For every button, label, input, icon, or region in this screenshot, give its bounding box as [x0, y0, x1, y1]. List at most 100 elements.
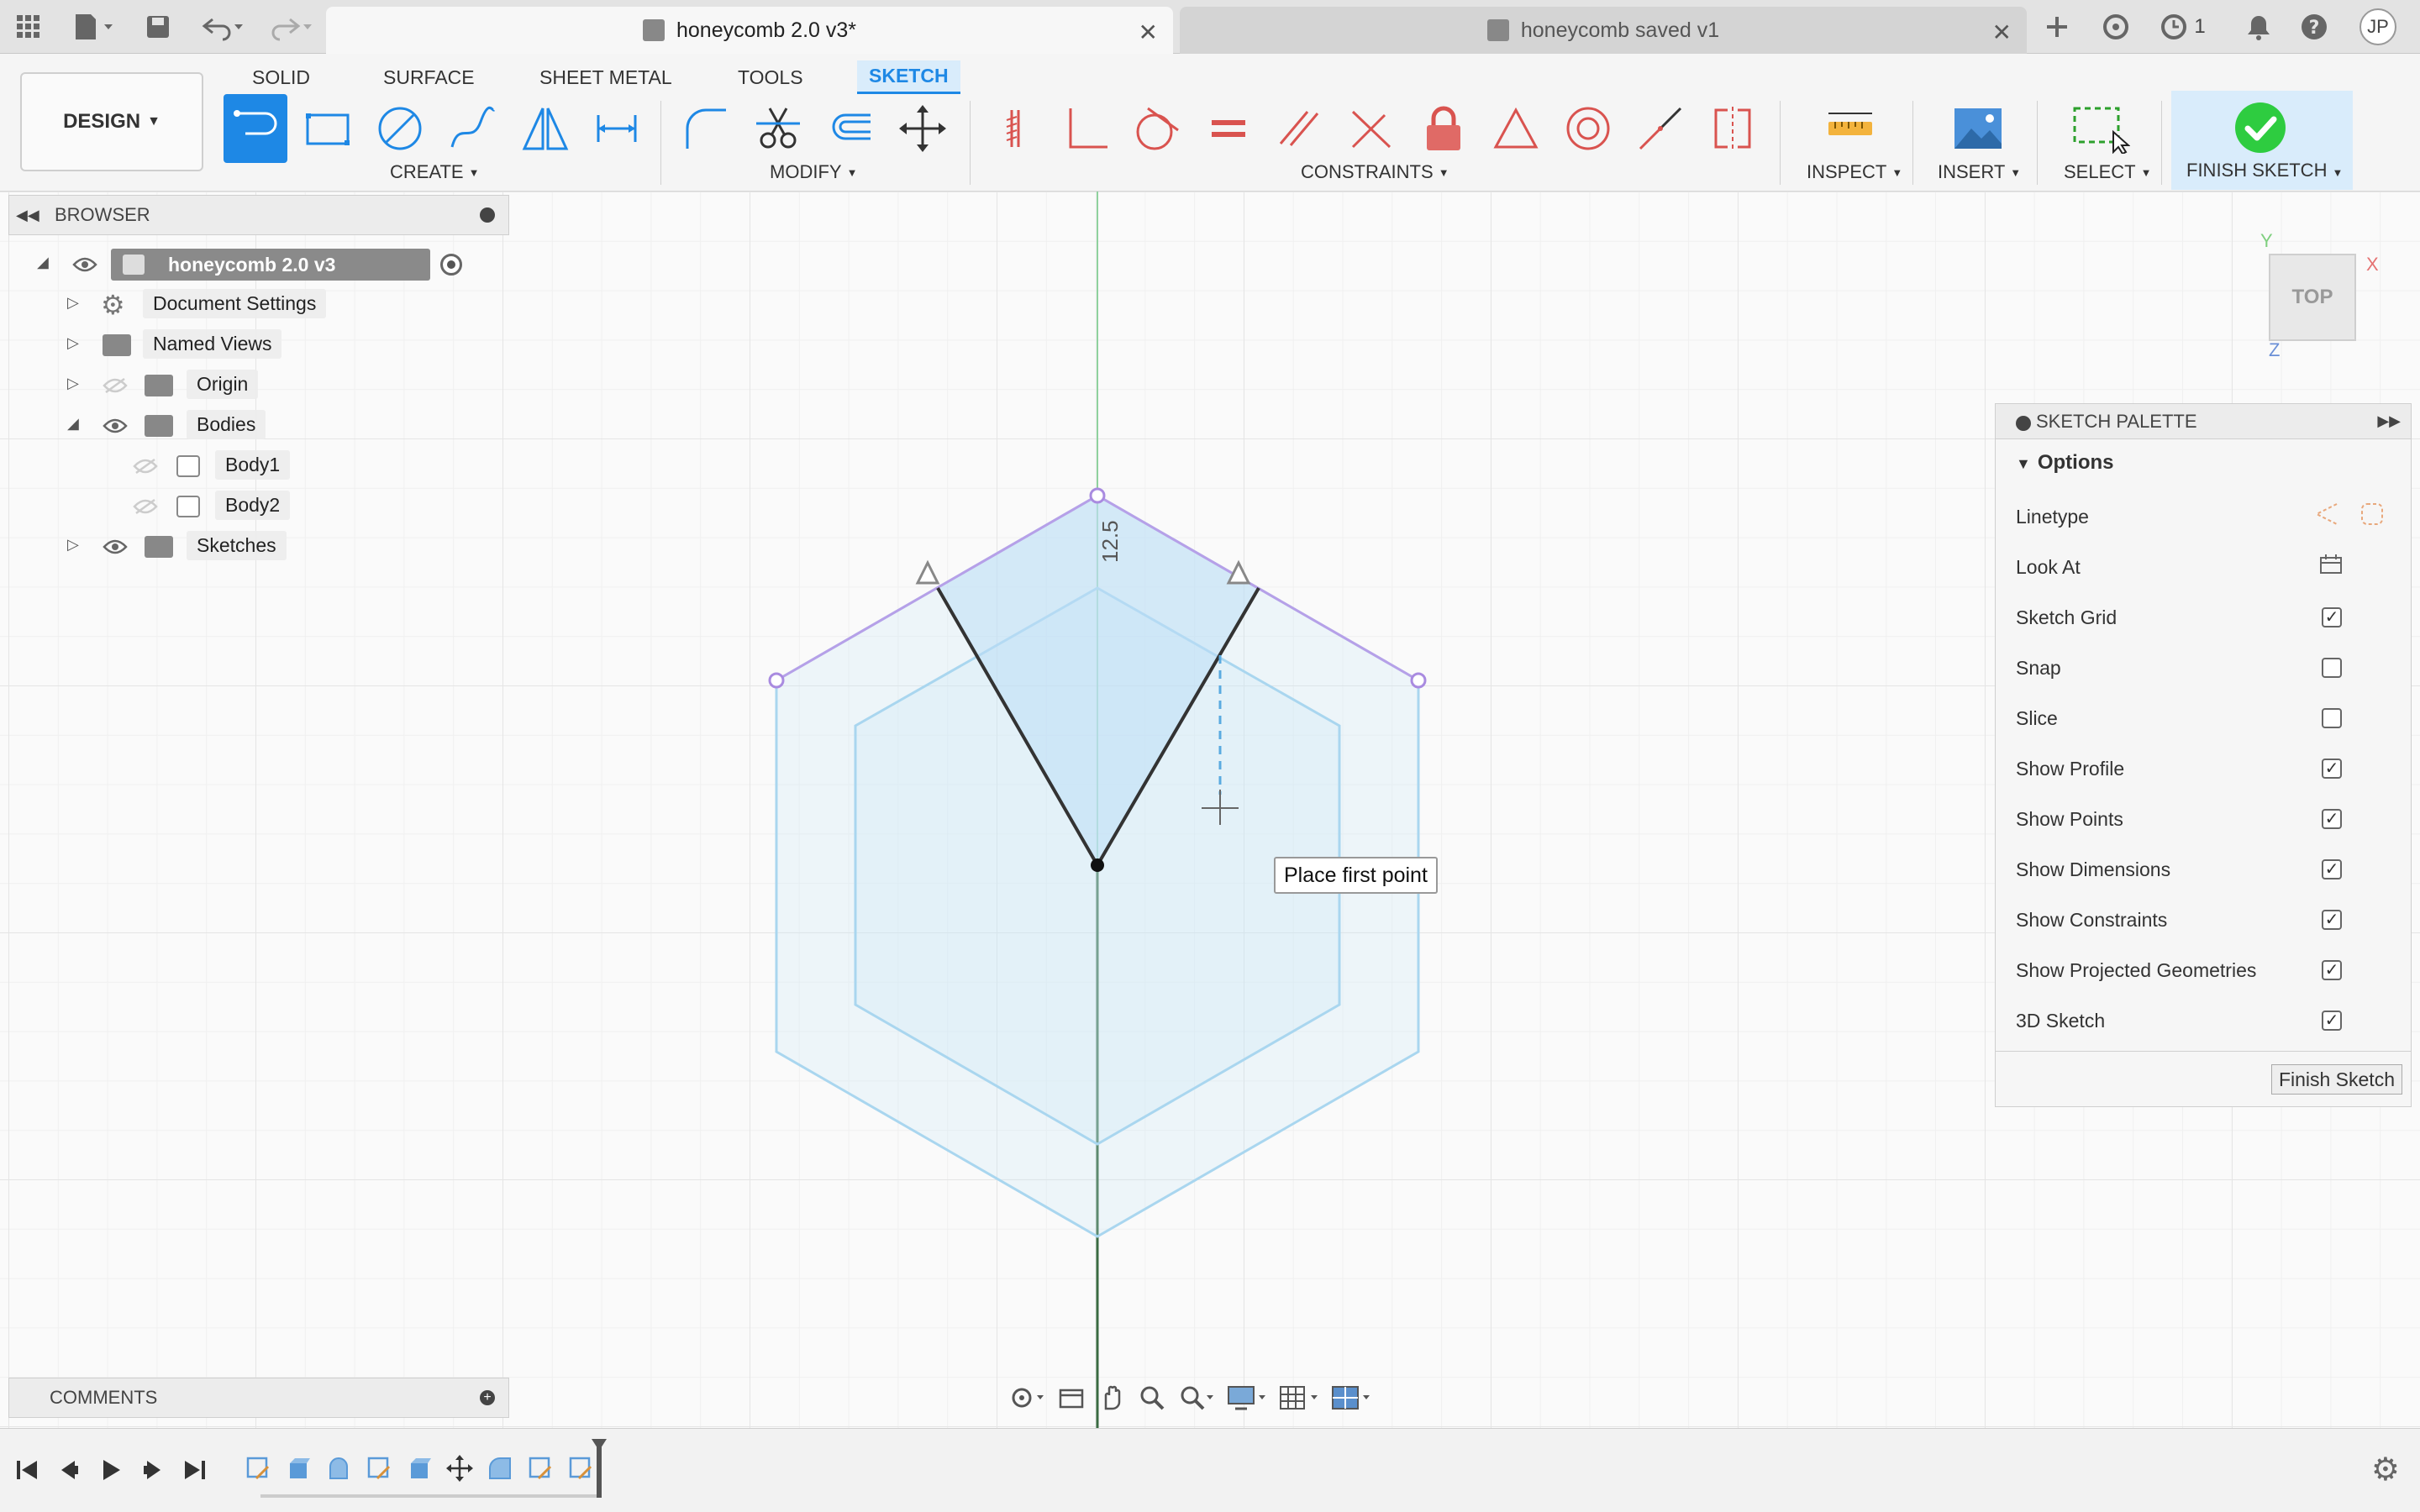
finish-sketch-button[interactable]: FINISH SKETCH ▼: [2171, 91, 2353, 190]
pan-hand-icon[interactable]: [1097, 1383, 1126, 1416]
comments-panel-header[interactable]: COMMENTS +: [8, 1378, 509, 1418]
tab-surface[interactable]: SURFACE: [371, 60, 487, 94]
timeline-sketch-feature-icon[interactable]: [363, 1452, 395, 1484]
tab-honeycomb-saved[interactable]: honeycomb saved v1 ✕: [1180, 7, 2027, 54]
file-menu-icon[interactable]: [64, 7, 123, 47]
trim-tool-button[interactable]: [746, 94, 810, 163]
expand-triangle-icon[interactable]: ▷: [67, 536, 79, 554]
expand-panel-icon[interactable]: ▶▶: [2377, 412, 2401, 430]
minimize-icon[interactable]: [480, 207, 495, 223]
tab-sheet-metal[interactable]: SHEET METAL: [528, 60, 684, 94]
sketch-grid-checkbox[interactable]: ✓: [2322, 607, 2342, 627]
palette-finish-sketch-button[interactable]: Finish Sketch: [2270, 1064, 2402, 1095]
mirror-tool-button[interactable]: [513, 94, 576, 163]
timeline-last-icon[interactable]: [176, 1451, 213, 1489]
move-tool-button[interactable]: [891, 94, 955, 163]
option-sketch-grid[interactable]: Sketch Grid ✓: [2016, 601, 2394, 634]
timeline-settings-gear-icon[interactable]: ⚙: [2371, 1451, 2400, 1488]
timeline-revolve-feature-icon[interactable]: [323, 1452, 355, 1484]
new-tab-icon[interactable]: [2037, 7, 2077, 47]
user-avatar[interactable]: JP: [2358, 7, 2398, 47]
inspect-menu[interactable]: INSPECT ▼: [1807, 160, 1902, 185]
option-show-projected-geometries[interactable]: Show Projected Geometries ✓: [2016, 953, 2394, 987]
collapse-panel-icon[interactable]: ◀◀: [16, 207, 50, 224]
timeline-sketch-feature-icon[interactable]: [565, 1452, 597, 1484]
expand-triangle-icon[interactable]: ▷: [67, 334, 79, 352]
extensions-icon[interactable]: [2096, 7, 2136, 47]
expand-triangle-icon[interactable]: ▷: [67, 294, 79, 312]
window-select-button[interactable]: [2069, 94, 2133, 163]
help-icon[interactable]: ?: [2294, 7, 2334, 47]
tab-solid[interactable]: SOLID: [240, 60, 322, 94]
insert-menu[interactable]: INSERT ▼: [1938, 160, 2021, 185]
horizontal-vertical-constraint-button[interactable]: [1339, 94, 1403, 163]
3d-sketch-checkbox[interactable]: ✓: [2322, 1011, 2342, 1031]
slice-checkbox[interactable]: [2322, 708, 2342, 728]
eye-visible-icon[interactable]: [101, 412, 129, 440]
timeline-extrude-feature-icon[interactable]: [403, 1452, 435, 1484]
show-points-checkbox[interactable]: ✓: [2322, 809, 2342, 829]
fillet-tool-button[interactable]: [674, 94, 738, 163]
fit-zoom-icon[interactable]: [1178, 1383, 1215, 1416]
timeline-previous-icon[interactable]: [50, 1451, 87, 1489]
option-show-constraints[interactable]: Show Constraints ✓: [2016, 903, 2394, 937]
look-at-icon[interactable]: [2318, 553, 2344, 581]
measure-tool-button[interactable]: [1818, 94, 1882, 163]
spline-tool-button[interactable]: [440, 94, 504, 163]
timeline-sketch-feature-icon[interactable]: [524, 1452, 556, 1484]
constraints-menu[interactable]: CONSTRAINTS ▼: [1301, 160, 1449, 185]
browser-panel-header[interactable]: ◀◀ BROWSER: [8, 195, 509, 235]
timeline-fillet-feature-icon[interactable]: [484, 1452, 516, 1484]
eye-hidden-icon[interactable]: [131, 452, 160, 480]
eye-visible-icon[interactable]: [71, 250, 99, 279]
option-show-points[interactable]: Show Points ✓: [2016, 802, 2394, 836]
option-slice[interactable]: Slice: [2016, 701, 2394, 735]
close-tab-icon[interactable]: ✕: [1139, 18, 1158, 46]
collapse-triangle-icon[interactable]: ◢: [37, 254, 49, 271]
tab-sketch[interactable]: SKETCH: [857, 60, 960, 94]
options-section-header[interactable]: ▼ Options: [2016, 451, 2113, 475]
viewcube-face-top[interactable]: TOP: [2269, 254, 2356, 341]
tangent-constraint-button[interactable]: [1124, 94, 1188, 163]
modify-menu[interactable]: MODIFY ▼: [770, 160, 857, 185]
construction-linetype-icon[interactable]: [2313, 501, 2340, 533]
workspace-switcher-button[interactable]: DESIGN ▼: [20, 72, 203, 171]
job-status-icon[interactable]: 1: [2151, 7, 2215, 47]
expand-triangle-icon[interactable]: ▷: [67, 375, 79, 392]
apps-grid-icon[interactable]: [8, 7, 49, 47]
redo-icon[interactable]: [260, 7, 319, 47]
timeline-next-icon[interactable]: [134, 1451, 171, 1489]
snap-checkbox[interactable]: [2322, 658, 2342, 678]
eye-hidden-icon[interactable]: [131, 492, 160, 521]
tab-honeycomb-v3[interactable]: honeycomb 2.0 v3* ✕: [326, 7, 1173, 54]
collapse-triangle-icon[interactable]: ◢: [67, 415, 79, 433]
minimize-icon[interactable]: [2016, 416, 2031, 431]
palette-header[interactable]: SKETCH PALETTE ▶▶: [1996, 404, 2411, 439]
zoom-icon[interactable]: [1138, 1383, 1166, 1416]
option-3d-sketch[interactable]: 3D Sketch ✓: [2016, 1004, 2394, 1037]
insert-image-button[interactable]: [1946, 94, 2010, 163]
option-snap[interactable]: Snap: [2016, 651, 2394, 685]
rectangle-tool-button[interactable]: [296, 94, 360, 163]
eye-visible-icon[interactable]: [101, 533, 129, 561]
create-menu[interactable]: CREATE ▼: [390, 160, 479, 185]
fix-lock-constraint-button[interactable]: [1412, 94, 1476, 163]
tab-tools[interactable]: TOOLS: [726, 60, 815, 94]
show-dimensions-checkbox[interactable]: ✓: [2322, 859, 2342, 879]
perpendicular-constraint-button[interactable]: [1054, 94, 1118, 163]
orbit-icon[interactable]: [1008, 1383, 1045, 1417]
symmetry-constraint-button[interactable]: [1701, 94, 1765, 163]
midpoint-constraint-button[interactable]: [1484, 94, 1548, 163]
grid-settings-icon[interactable]: [1279, 1383, 1319, 1416]
option-show-profile[interactable]: Show Profile ✓: [2016, 752, 2394, 785]
dimension-tool-button[interactable]: [585, 94, 649, 163]
notifications-bell-icon[interactable]: [2238, 7, 2279, 47]
add-comment-icon[interactable]: +: [480, 1390, 495, 1405]
display-settings-icon[interactable]: [1227, 1383, 1267, 1416]
concentric-constraint-button[interactable]: [1556, 94, 1620, 163]
eye-hidden-icon[interactable]: [101, 371, 129, 400]
show-constraints-checkbox[interactable]: ✓: [2322, 910, 2342, 930]
option-show-dimensions[interactable]: Show Dimensions ✓: [2016, 853, 2394, 886]
coincident-constraint-button[interactable]: [983, 94, 1047, 163]
timeline-extrude-feature-icon[interactable]: [282, 1452, 314, 1484]
